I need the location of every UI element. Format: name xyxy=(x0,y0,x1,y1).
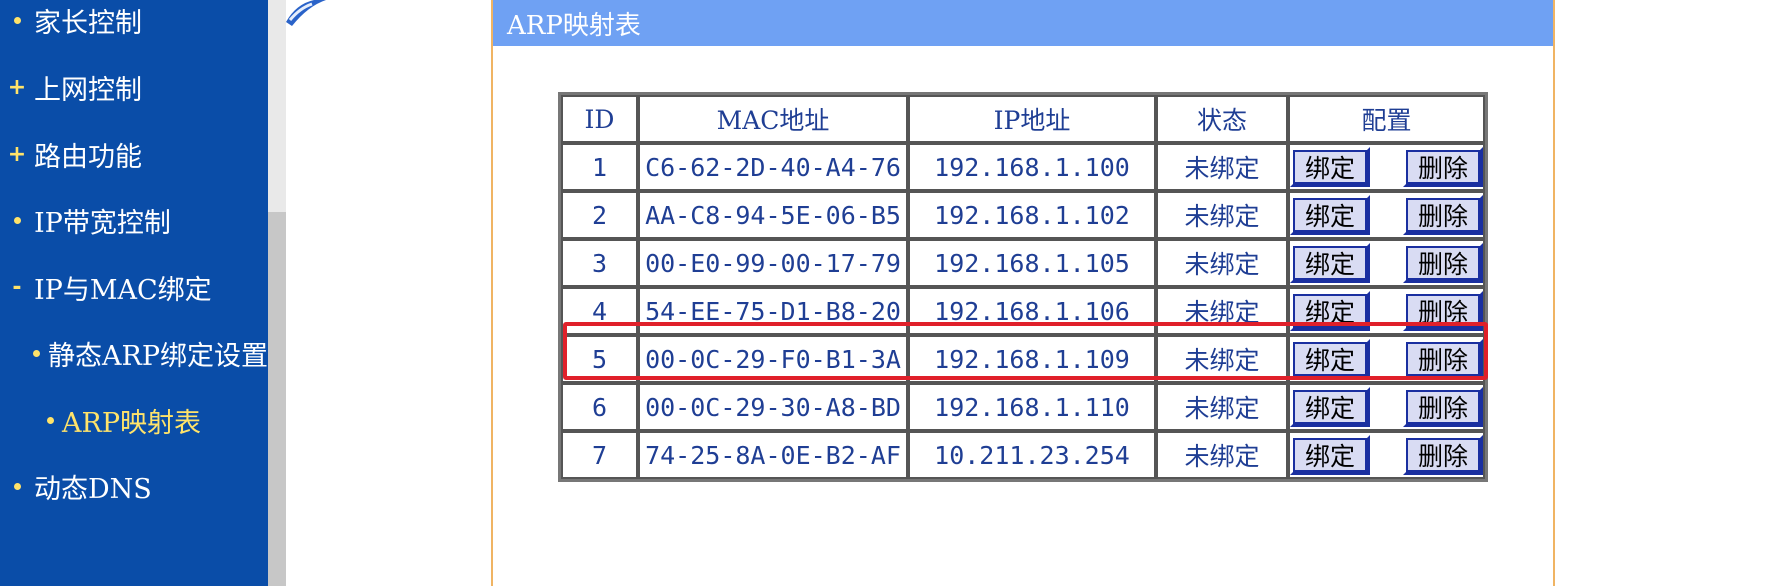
bind-button[interactable]: 绑定 xyxy=(1290,435,1370,475)
sidebar-item-label: 家长控制 xyxy=(34,7,142,39)
bullet-dot-icon xyxy=(0,349,48,357)
table-row: 3 00-E0-99-00-17-79 192.168.1.105 未绑定 绑定… xyxy=(561,239,1485,287)
delete-button[interactable]: 删除 xyxy=(1403,243,1483,283)
header-status: 状态 xyxy=(1156,95,1288,143)
cell-status: 未绑定 xyxy=(1156,335,1288,383)
panel-title: ARP映射表 xyxy=(493,0,1553,46)
cell-ip: 10.211.23.254 xyxy=(908,431,1156,479)
decorative-corner-icon xyxy=(286,0,326,26)
cell-id: 6 xyxy=(561,383,638,431)
bind-button[interactable]: 绑定 xyxy=(1290,387,1370,427)
cell-ip: 192.168.1.106 xyxy=(908,287,1156,335)
sidebar-item-static-arp[interactable]: 静态ARP绑定设置 xyxy=(0,323,268,383)
cell-config: 绑定 删除 xyxy=(1288,383,1485,431)
cell-id: 3 xyxy=(561,239,638,287)
bullet-dot-icon xyxy=(0,482,34,490)
cell-status: 未绑定 xyxy=(1156,383,1288,431)
cell-status: 未绑定 xyxy=(1156,191,1288,239)
cell-ip: 192.168.1.110 xyxy=(908,383,1156,431)
sidebar-item-label: 上网控制 xyxy=(34,74,142,106)
bind-button[interactable]: 绑定 xyxy=(1290,243,1370,283)
table-row: 6 00-0C-29-30-A8-BD 192.168.1.110 未绑定 绑定… xyxy=(561,383,1485,431)
sidebar-item-label: ARP映射表 xyxy=(62,407,201,439)
table-row: 2 AA-C8-94-5E-06-B5 192.168.1.102 未绑定 绑定… xyxy=(561,191,1485,239)
cell-status: 未绑定 xyxy=(1156,431,1288,479)
cell-ip: 192.168.1.100 xyxy=(908,143,1156,191)
cell-mac: 74-25-8A-0E-B2-AF xyxy=(638,431,908,479)
sidebar-item-routing[interactable]: + 路由功能 xyxy=(0,124,268,184)
cell-ip: 192.168.1.109 xyxy=(908,335,1156,383)
cell-id: 4 xyxy=(561,287,638,335)
sidebar-item-arp-table[interactable]: ARP映射表 xyxy=(0,390,268,450)
cell-status: 未绑定 xyxy=(1156,287,1288,335)
cell-config: 绑定 删除 xyxy=(1288,239,1485,287)
cell-mac: 00-0C-29-F0-B1-3A xyxy=(638,335,908,383)
bind-button[interactable]: 绑定 xyxy=(1290,291,1370,331)
cell-status: 未绑定 xyxy=(1156,143,1288,191)
header-config: 配置 xyxy=(1288,95,1485,143)
table-row: 1 C6-62-2D-40-A4-76 192.168.1.100 未绑定 绑定… xyxy=(561,143,1485,191)
sidebar-item-internet-control[interactable]: + 上网控制 xyxy=(0,57,268,117)
bullet-dot-icon xyxy=(0,216,34,224)
delete-button[interactable]: 删除 xyxy=(1403,339,1483,379)
expand-plus-icon: + xyxy=(7,141,27,167)
table-header-row: ID MAC地址 IP地址 状态 配置 xyxy=(561,95,1485,143)
cell-config: 绑定 删除 xyxy=(1288,431,1485,479)
cell-mac: AA-C8-94-5E-06-B5 xyxy=(638,191,908,239)
delete-button[interactable]: 删除 xyxy=(1403,147,1483,187)
expand-plus-icon: + xyxy=(7,74,27,100)
cell-mac: 00-0C-29-30-A8-BD xyxy=(638,383,908,431)
header-mac: MAC地址 xyxy=(638,95,908,143)
table-row-highlighted: 5 00-0C-29-F0-B1-3A 192.168.1.109 未绑定 绑定… xyxy=(561,335,1485,383)
table-row: 7 74-25-8A-0E-B2-AF 10.211.23.254 未绑定 绑定… xyxy=(561,431,1485,479)
cell-mac: 00-E0-99-00-17-79 xyxy=(638,239,908,287)
delete-button[interactable]: 删除 xyxy=(1403,435,1483,475)
sidebar-item-parental-control[interactable]: 家长控制 xyxy=(0,0,268,50)
sidebar-item-label: 静态ARP绑定设置 xyxy=(48,340,268,372)
cell-ip: 192.168.1.102 xyxy=(908,191,1156,239)
delete-button[interactable]: 删除 xyxy=(1403,387,1483,427)
sidebar-item-label: 路由功能 xyxy=(34,141,142,173)
arp-mapping-table: ID MAC地址 IP地址 状态 配置 1 C6-62-2D-40-A4-76 … xyxy=(558,92,1488,482)
cell-config: 绑定 删除 xyxy=(1288,143,1485,191)
sidebar-item-ip-bandwidth[interactable]: IP带宽控制 xyxy=(0,190,268,250)
sidebar-scrollbar-thumb[interactable] xyxy=(268,212,286,586)
bind-button[interactable]: 绑定 xyxy=(1290,195,1370,235)
cell-config: 绑定 删除 xyxy=(1288,335,1485,383)
header-ip: IP地址 xyxy=(908,95,1156,143)
cell-config: 绑定 删除 xyxy=(1288,287,1485,335)
cell-ip: 192.168.1.105 xyxy=(908,239,1156,287)
bullet-dot-icon xyxy=(0,416,62,424)
cell-status: 未绑定 xyxy=(1156,239,1288,287)
sidebar-item-label: IP与MAC绑定 xyxy=(34,274,212,306)
delete-button[interactable]: 删除 xyxy=(1403,195,1483,235)
table-row: 4 54-EE-75-D1-B8-20 192.168.1.106 未绑定 绑定… xyxy=(561,287,1485,335)
cell-id: 5 xyxy=(561,335,638,383)
sidebar-item-ip-mac-binding[interactable]: - IP与MAC绑定 xyxy=(0,257,268,317)
cell-id: 7 xyxy=(561,431,638,479)
cell-config: 绑定 删除 xyxy=(1288,191,1485,239)
bullet-dot-icon xyxy=(0,16,34,24)
cell-id: 2 xyxy=(561,191,638,239)
sidebar-item-label: IP带宽控制 xyxy=(34,207,171,239)
sidebar-item-label: 动态DNS xyxy=(34,473,152,505)
collapse-minus-icon: - xyxy=(12,274,22,300)
sidebar-nav: 家长控制 + 上网控制 + 路由功能 IP带宽控制 - IP与MAC绑定 静态A… xyxy=(0,0,268,586)
delete-button[interactable]: 删除 xyxy=(1403,291,1483,331)
sidebar-item-ddns[interactable]: 动态DNS xyxy=(0,456,268,516)
header-id: ID xyxy=(561,95,638,143)
cell-id: 1 xyxy=(561,143,638,191)
bind-button[interactable]: 绑定 xyxy=(1290,147,1370,187)
cell-mac: C6-62-2D-40-A4-76 xyxy=(638,143,908,191)
cell-mac: 54-EE-75-D1-B8-20 xyxy=(638,287,908,335)
bind-button[interactable]: 绑定 xyxy=(1290,339,1370,379)
